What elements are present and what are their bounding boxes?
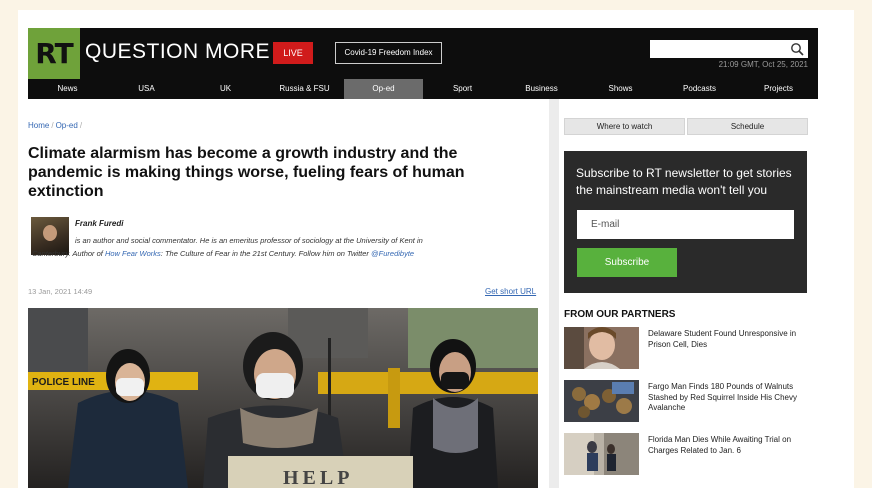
- search-input[interactable]: [650, 40, 808, 58]
- newsletter-box: Subscribe to RT newsletter to get storie…: [564, 151, 807, 293]
- page: RT QUESTION MORE LIVE Covid-19 Freedom I…: [18, 10, 854, 488]
- email-field[interactable]: [577, 210, 794, 239]
- main-nav: News USA UK Russia & FSU Op-ed Sport Bus…: [28, 79, 818, 99]
- nav-business[interactable]: Business: [502, 79, 581, 99]
- breadcrumb: Home / Op-ed /: [28, 121, 83, 130]
- partner-title[interactable]: Delaware Student Found Unresponsive in P…: [648, 329, 814, 350]
- partner-thumbnail[interactable]: [564, 380, 639, 422]
- nav-podcasts[interactable]: Podcasts: [660, 79, 739, 99]
- live-button[interactable]: LIVE: [273, 42, 313, 64]
- partner-item[interactable]: Delaware Student Found Unresponsive in P…: [564, 327, 814, 369]
- where-to-watch-button[interactable]: Where to watch: [564, 118, 685, 135]
- partners-heading: FROM OUR PARTNERS: [564, 309, 676, 320]
- nav-uk[interactable]: UK: [186, 79, 265, 99]
- covid-index-button[interactable]: Covid-19 Freedom Index: [335, 42, 442, 64]
- svg-text:POLICE LINE: POLICE LINE: [32, 377, 95, 388]
- nav-russia-fsu[interactable]: Russia & FSU: [265, 79, 344, 99]
- partner-item[interactable]: Florida Man Dies While Awaiting Trial on…: [564, 433, 814, 475]
- search-icon[interactable]: [790, 42, 804, 56]
- publish-date: 13 Jan, 2021 14:49: [28, 287, 93, 296]
- schedule-button[interactable]: Schedule: [687, 118, 808, 135]
- current-datetime: 21:09 GMT, Oct 25, 2021: [718, 60, 808, 69]
- partner-title[interactable]: Florida Man Dies While Awaiting Trial on…: [648, 435, 814, 456]
- newsletter-title: Subscribe to RT newsletter to get storie…: [576, 166, 792, 197]
- nav-op-ed[interactable]: Op-ed: [344, 79, 423, 99]
- nav-projects[interactable]: Projects: [739, 79, 818, 99]
- partner-thumbnail[interactable]: [564, 433, 639, 475]
- book-link[interactable]: How Fear Works: [105, 249, 161, 258]
- nav-usa[interactable]: USA: [107, 79, 186, 99]
- subscribe-button[interactable]: Subscribe: [577, 248, 677, 277]
- get-short-url-link[interactable]: Get short URL: [485, 287, 536, 296]
- nav-news[interactable]: News: [28, 79, 107, 99]
- partner-thumbnail[interactable]: [564, 327, 639, 369]
- partner-title[interactable]: Fargo Man Finds 180 Pounds of Walnuts St…: [648, 382, 814, 414]
- nav-sport[interactable]: Sport: [423, 79, 502, 99]
- author-bio: is an author and social commentator. He …: [32, 236, 423, 258]
- rt-logo[interactable]: RT: [28, 28, 80, 79]
- protest-sign-text: HELP: [283, 467, 353, 488]
- nav-shows[interactable]: Shows: [581, 79, 660, 99]
- article-headline: Climate alarmism has become a growth ind…: [28, 145, 465, 200]
- partner-item[interactable]: Fargo Man Finds 180 Pounds of Walnuts St…: [564, 380, 814, 422]
- brand-slogan: QUESTION MORE: [85, 40, 271, 63]
- twitter-link[interactable]: @Furedibyte: [371, 249, 414, 258]
- author-name[interactable]: Frank Furedi: [75, 219, 123, 228]
- article-hero-image[interactable]: POLICE LINE HELP: [28, 308, 538, 488]
- breadcrumb-home[interactable]: Home: [28, 121, 49, 130]
- site-header: RT QUESTION MORE LIVE Covid-19 Freedom I…: [28, 28, 818, 79]
- breadcrumb-op-ed[interactable]: Op-ed: [56, 121, 78, 130]
